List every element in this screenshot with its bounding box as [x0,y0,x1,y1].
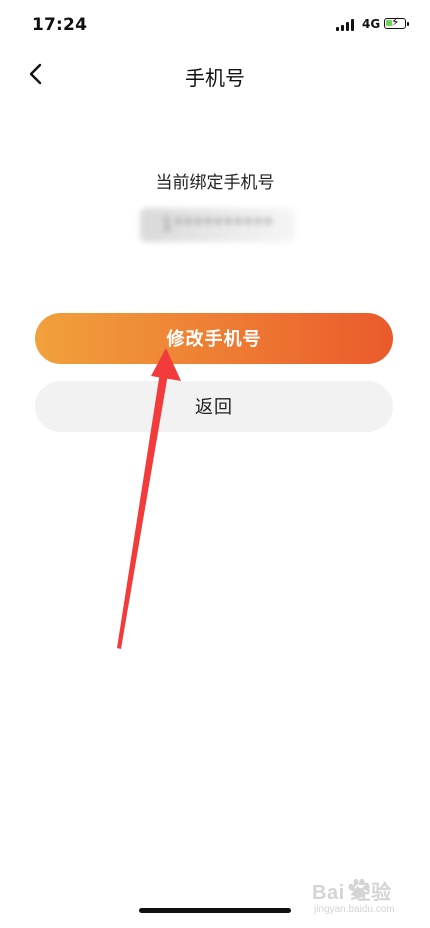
nav-header: 手机号 [0,52,430,96]
watermark-url: jingyan.baidu.com [314,904,395,915]
paw-logo-icon [348,878,370,898]
annotation-arrow [117,348,181,649]
home-indicator[interactable] [139,908,291,913]
baidu-jingyan-watermark: Bai 经验 jingyan.baidu.com [312,876,422,920]
status-time: 17:24 [32,15,88,35]
current-phone-number: 1********** [140,208,295,242]
network-type: 4G [362,17,381,31]
page-title: 手机号 [185,66,245,90]
change-phone-button[interactable]: 修改手机号 [35,313,393,364]
return-button[interactable]: 返回 [35,381,393,432]
battery-charging-icon: ⚡ [384,15,409,29]
charging-bolt-icon: ⚡ [391,15,400,29]
current-phone-label: 当前绑定手机号 [155,173,275,193]
status-bar: 17:24 4G ⚡ [0,0,430,48]
signal-bars-icon [336,19,356,31]
